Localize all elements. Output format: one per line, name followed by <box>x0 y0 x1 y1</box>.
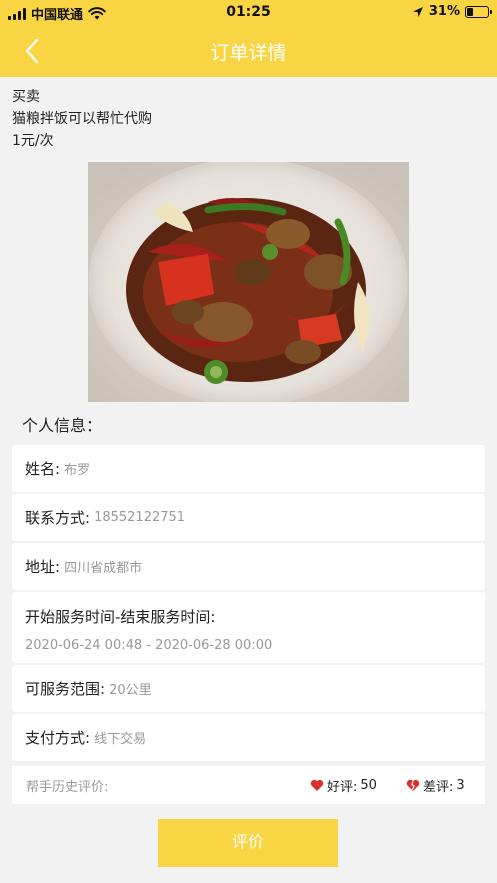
name-label: 姓名: <box>25 460 61 478</box>
rating-label: 帮手历史评价: <box>26 780 109 795</box>
helper-rating-row: 帮手历史评价: 好评: 50 差评: 3 <box>12 766 485 804</box>
status-bar: 中国联通 01:25 31% <box>0 0 497 24</box>
order-intro: 买卖 猫粮拌饭可以帮忙代购 1元/次 <box>12 86 152 152</box>
evaluate-button[interactable]: 评价 <box>158 819 338 867</box>
info-row-name: 姓名: 布罗 <box>12 445 485 492</box>
service-time-label: 开始服务时间-结束服务时间: <box>25 608 216 626</box>
info-row-contact: 联系方式: 18552122751 <box>12 494 485 541</box>
info-row-payment: 支付方式: 线下交易 <box>12 714 485 761</box>
bad-rating-count: 3 <box>456 778 465 793</box>
broken-heart-icon <box>406 779 420 791</box>
nav-bar: 订单详情 <box>0 24 497 77</box>
location-arrow-icon <box>412 6 423 17</box>
info-row-service-time: 开始服务时间-结束服务时间: 2020-06-24 00:48 - 2020-0… <box>12 592 485 663</box>
app-header: 中国联通 01:25 31% 订单详情 <box>0 0 497 77</box>
order-description: 猫粮拌饭可以帮忙代购 <box>12 111 152 127</box>
payment-label: 支付方式: <box>25 729 91 747</box>
range-label: 可服务范围: <box>25 680 106 698</box>
order-category: 买卖 <box>12 89 40 105</box>
address-label: 地址: <box>25 558 61 576</box>
range-value: 20公里 <box>109 683 152 698</box>
battery-icon <box>465 5 492 18</box>
bad-rating: 差评: 3 <box>406 776 465 795</box>
info-row-range: 可服务范围: 20公里 <box>12 665 485 712</box>
name-value: 布罗 <box>64 463 91 478</box>
order-photo <box>88 162 409 402</box>
good-rating: 好评: 50 <box>310 776 377 795</box>
order-price: 1元/次 <box>12 133 54 149</box>
address-value: 四川省成都市 <box>64 561 143 576</box>
section-title-personal-info: 个人信息： <box>22 416 103 435</box>
service-time-value: 2020-06-24 00:48 - 2020-06-28 00:00 <box>25 638 273 653</box>
good-rating-label: 好评: <box>327 780 358 795</box>
page-title: 订单详情 <box>210 42 287 64</box>
good-rating-count: 50 <box>360 778 377 793</box>
contact-label: 联系方式: <box>25 509 91 527</box>
bad-rating-label: 差评: <box>423 780 454 795</box>
payment-value: 线下交易 <box>94 732 147 747</box>
contact-value[interactable]: 18552122751 <box>94 510 185 525</box>
heart-icon <box>310 779 324 791</box>
info-row-address: 地址: 四川省成都市 <box>12 543 485 590</box>
battery-percent: 31% <box>428 4 460 19</box>
